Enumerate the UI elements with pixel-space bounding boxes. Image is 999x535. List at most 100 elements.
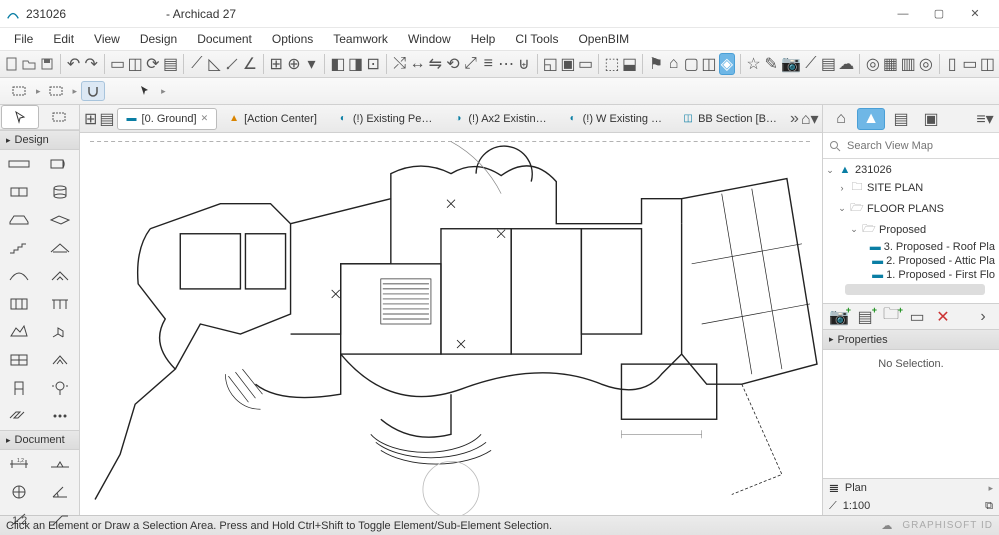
minimize-button[interactable]: —: [885, 3, 921, 25]
search-input[interactable]: [847, 140, 993, 152]
more-tool[interactable]: [45, 405, 75, 427]
triangle-icon[interactable]: ◺: [207, 53, 223, 75]
tool-c-icon[interactable]: ⊡: [365, 53, 381, 75]
target-icon[interactable]: ⊕: [286, 53, 302, 75]
zone-tool[interactable]: [45, 349, 75, 371]
open-icon[interactable]: [22, 53, 38, 75]
distribute-icon[interactable]: ⋯: [498, 53, 514, 75]
view-tree[interactable]: ⌄▲231026 ›🗀SITE PLAN ⌄🗁FLOOR PLANS ⌄🗁Pro…: [823, 159, 999, 304]
home-icon[interactable]: ⌂: [666, 53, 682, 75]
build-icon[interactable]: ▣: [560, 53, 576, 75]
settings-icon[interactable]: ›: [973, 308, 993, 326]
marquee-icon[interactable]: ▭: [110, 53, 126, 75]
o2-icon[interactable]: ▦: [883, 53, 899, 75]
p1-icon[interactable]: ▯: [944, 53, 960, 75]
level-tool[interactable]: [45, 453, 75, 475]
object-tool[interactable]: [45, 321, 75, 343]
new-book-icon[interactable]: ▤: [855, 308, 875, 326]
marquee-tool[interactable]: [41, 105, 78, 129]
menu-document[interactable]: Document: [189, 30, 260, 48]
maximize-button[interactable]: ▢: [921, 3, 957, 25]
camera-icon[interactable]: 📷: [781, 53, 801, 75]
popout-icon[interactable]: ⧉: [985, 500, 993, 513]
new-folder-icon[interactable]: 🗀: [881, 308, 901, 326]
sel-lasso-icon[interactable]: [45, 81, 69, 101]
nav-viewmap-icon[interactable]: ▲: [857, 108, 885, 130]
rotate2-icon[interactable]: ⟲: [445, 53, 461, 75]
ruler-icon[interactable]: ⟋: [189, 53, 205, 75]
tree-item[interactable]: 1. Proposed - First Flo: [886, 269, 995, 281]
chair-tool[interactable]: [4, 377, 34, 399]
beam-tool[interactable]: [4, 209, 34, 231]
tree-root[interactable]: 231026: [855, 164, 892, 176]
tree-item[interactable]: Proposed: [879, 224, 926, 236]
rotate-icon[interactable]: ⟳: [145, 53, 161, 75]
view-b-icon[interactable]: ⬓: [622, 53, 638, 75]
book-icon[interactable]: ▤: [821, 53, 837, 75]
menu-view[interactable]: View: [86, 30, 128, 48]
menu-openbim[interactable]: OpenBIM: [570, 30, 637, 48]
menu-file[interactable]: File: [6, 30, 41, 48]
menu-window[interactable]: Window: [400, 30, 459, 48]
properties-header[interactable]: ▸Properties: [823, 330, 999, 350]
tab-ax2[interactable]: ◑ (!) Ax2 Existin…: [443, 108, 555, 130]
scale-value[interactable]: 1:100: [843, 500, 871, 512]
magnet-icon[interactable]: [81, 81, 105, 101]
move-icon[interactable]: ↔: [409, 53, 425, 75]
slab-tool[interactable]: [45, 209, 75, 231]
o1-icon[interactable]: ◎: [865, 53, 881, 75]
window-tool[interactable]: [4, 181, 34, 203]
menu-edit[interactable]: Edit: [45, 30, 82, 48]
section-icon[interactable]: ◫: [701, 53, 717, 75]
scrollbar-thumb[interactable]: [845, 284, 985, 295]
mirror-icon[interactable]: ⇋: [427, 53, 443, 75]
align-icon[interactable]: ≡: [480, 53, 496, 75]
redo-icon[interactable]: ↷: [83, 53, 99, 75]
cube-icon[interactable]: ◱: [542, 53, 558, 75]
tree-item[interactable]: FLOOR PLANS: [867, 203, 944, 215]
clone-icon[interactable]: ▭: [907, 308, 927, 326]
tab-actioncenter[interactable]: ▲ [Action Center]: [219, 108, 326, 130]
nav-layout-icon[interactable]: ▤: [887, 108, 915, 130]
dropdown-icon[interactable]: ▾: [304, 53, 320, 75]
o4-icon[interactable]: ◎: [918, 53, 934, 75]
menu-design[interactable]: Design: [132, 30, 185, 48]
view-a-icon[interactable]: ⬚: [604, 53, 620, 75]
3d-icon[interactable]: ◈: [719, 53, 735, 75]
tab-grid-icon[interactable]: ⊞: [84, 108, 97, 130]
tree-item[interactable]: SITE PLAN: [867, 182, 923, 194]
save-icon[interactable]: [39, 53, 55, 75]
lamp-tool[interactable]: [45, 377, 75, 399]
o3-icon[interactable]: ▥: [900, 53, 916, 75]
tree-item[interactable]: 2. Proposed - Attic Pla: [886, 255, 995, 267]
shell-tool[interactable]: [4, 265, 34, 287]
flag-icon[interactable]: ⚑: [648, 53, 664, 75]
p3-icon[interactable]: ◫: [980, 53, 996, 75]
dim-tool[interactable]: 1,2: [4, 453, 34, 475]
star-icon[interactable]: ☆: [746, 53, 762, 75]
cursor-icon[interactable]: [133, 81, 157, 101]
document-header[interactable]: ▸Document: [0, 430, 79, 450]
angle-icon[interactable]: ∠: [242, 53, 258, 75]
grid-icon[interactable]: ⊞: [268, 53, 284, 75]
column-tool[interactable]: [45, 181, 75, 203]
sel-rect-icon[interactable]: [8, 81, 32, 101]
curtain-tool[interactable]: [4, 293, 34, 315]
menu-teamwork[interactable]: Teamwork: [325, 30, 396, 48]
menu-options[interactable]: Options: [264, 30, 321, 48]
tree-item[interactable]: 3. Proposed - Roof Pla: [884, 241, 995, 253]
radial-tool[interactable]: [4, 481, 34, 503]
stair-tool[interactable]: [4, 237, 34, 259]
p2-icon[interactable]: ▭: [962, 53, 978, 75]
crop-icon[interactable]: ◫: [127, 53, 143, 75]
box-icon[interactable]: ▢: [683, 53, 699, 75]
tab-list-icon[interactable]: ▤: [99, 108, 114, 130]
menu-citools[interactable]: CI Tools: [507, 30, 566, 48]
delete-icon[interactable]: ✕: [933, 308, 953, 326]
nav-publisher-icon[interactable]: ▣: [917, 108, 945, 130]
railing-tool[interactable]: [45, 293, 75, 315]
design-header[interactable]: ▸Design: [0, 130, 79, 150]
measure-icon[interactable]: [224, 53, 240, 75]
menu-help[interactable]: Help: [463, 30, 504, 48]
angle-tool[interactable]: [45, 481, 75, 503]
